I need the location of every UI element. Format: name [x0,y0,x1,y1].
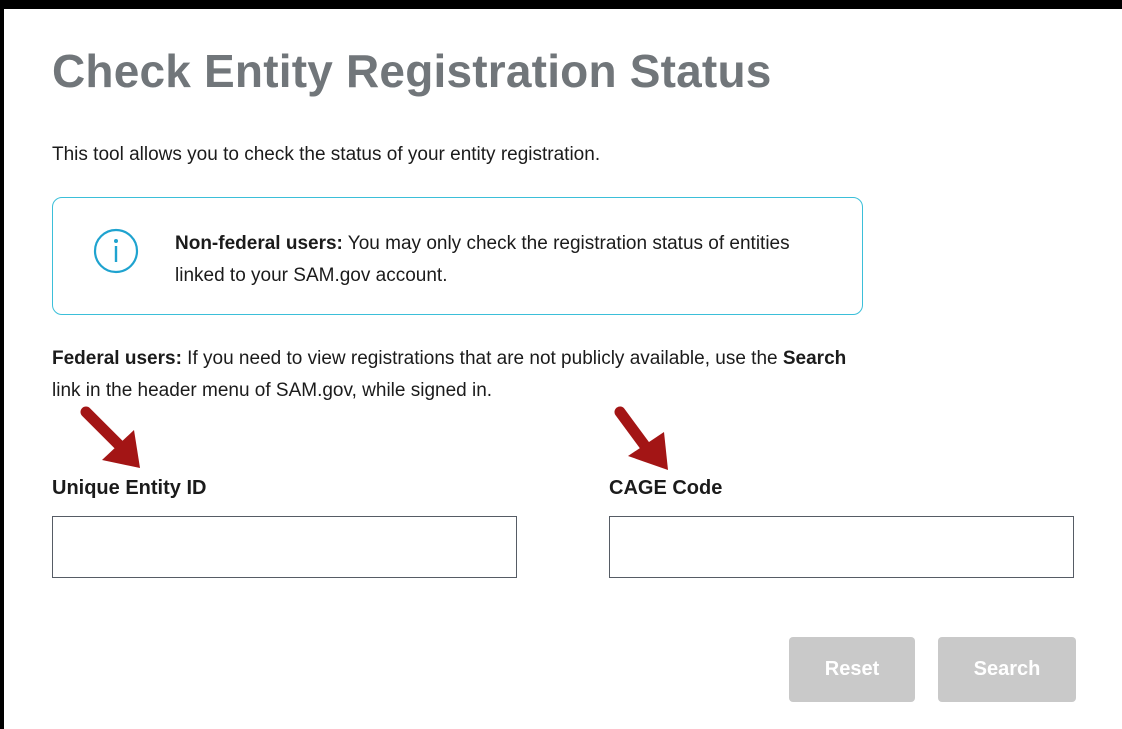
annotation-arrow-cage [614,406,668,470]
federal-note-text: If you need to view registrations that a… [181,348,783,369]
reset-button[interactable]: Reset [789,637,915,702]
uei-label: Unique Entity ID [52,477,207,499]
alert-bold-lead: Non-federal users: [175,233,343,254]
info-icon [93,228,139,274]
federal-users-lead: Federal users: [52,348,182,369]
info-alert: Non-federal users: You may only check th… [52,197,863,315]
federal-users-note: Federal users: If you need to view regis… [52,343,852,407]
search-link-reference: Search [782,348,847,369]
uei-input[interactable] [52,516,517,578]
cage-input[interactable] [609,516,1074,578]
federal-note-text-end: link in the header menu of SAM.gov, whil… [52,380,493,401]
search-button[interactable]: Search [938,637,1076,702]
screenshot-border-top [0,0,1122,9]
cage-label: CAGE Code [609,477,723,499]
annotation-arrow-uei [80,406,140,468]
alert-message: Non-federal users: You may only check th… [175,228,835,292]
intro-text: This tool allows you to check the status… [52,144,601,165]
screenshot-border-left [0,0,4,729]
page-title: Check Entity Registration Status [52,45,772,97]
